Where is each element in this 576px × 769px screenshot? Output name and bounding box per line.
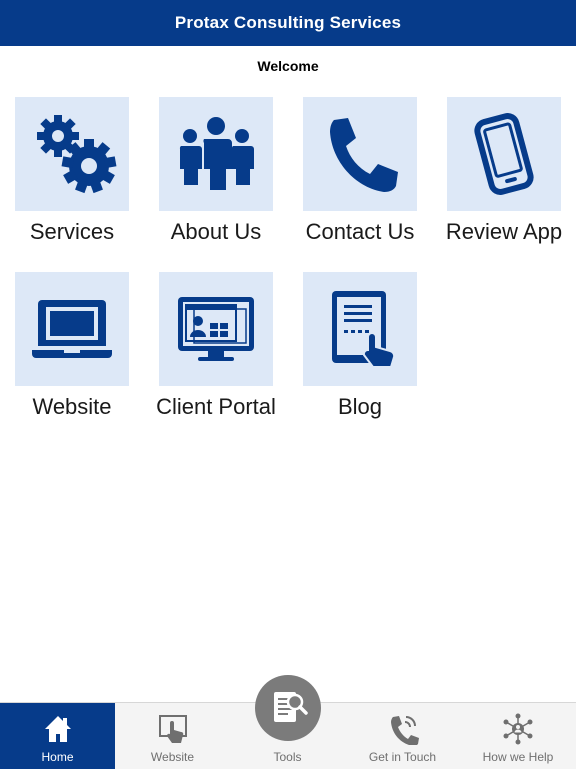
home-icon xyxy=(44,716,71,742)
tab-website[interactable]: Website xyxy=(115,703,230,769)
tile-blog[interactable]: Blog xyxy=(288,272,432,420)
tab-get-in-touch[interactable]: Get in Touch xyxy=(345,703,460,769)
tile-label: Review App xyxy=(445,219,563,244)
tab-label: Tools xyxy=(273,750,302,764)
tile-contact-us[interactable]: Contact Us xyxy=(288,97,432,245)
tile-client-portal[interactable]: Client Portal xyxy=(144,272,288,420)
tile-services[interactable]: Services xyxy=(0,97,144,245)
app-title: Protax Consulting Services xyxy=(174,13,402,32)
tab-how-we-help[interactable]: How we Help xyxy=(460,703,576,769)
tile-label: About Us xyxy=(170,219,262,244)
tile-label: Client Portal xyxy=(156,394,276,419)
tile-website[interactable]: Website xyxy=(0,272,144,420)
tile-label: Services xyxy=(29,219,115,244)
tile-label: Contact Us xyxy=(305,219,415,244)
tab-label: Get in Touch xyxy=(368,750,437,764)
tile-review-app[interactable]: Review App xyxy=(432,97,576,245)
touch-screen-icon xyxy=(158,715,187,743)
tab-home[interactable]: Home xyxy=(0,703,115,769)
tablet-touch-icon xyxy=(332,291,396,368)
tile-label: Website xyxy=(32,394,112,419)
tile-label: Blog xyxy=(337,394,383,419)
app-header: Protax Consulting Services xyxy=(0,0,576,46)
phone-handset-icon xyxy=(330,118,398,192)
tab-label: Website xyxy=(150,750,195,764)
tab-label: How we Help xyxy=(482,750,554,764)
tools-button[interactable] xyxy=(255,675,321,741)
phone-icon xyxy=(390,716,419,745)
monitor-portal-icon xyxy=(178,297,254,361)
network-icon xyxy=(503,713,533,745)
people-icon xyxy=(179,117,254,190)
tile-about-us[interactable]: About Us xyxy=(144,97,288,245)
laptop-icon xyxy=(32,300,112,358)
tab-label: Home xyxy=(41,750,74,764)
gears-icon xyxy=(37,115,117,194)
welcome-heading: Welcome xyxy=(257,58,319,74)
smartphone-icon xyxy=(474,113,534,195)
document-search-icon xyxy=(274,692,308,722)
